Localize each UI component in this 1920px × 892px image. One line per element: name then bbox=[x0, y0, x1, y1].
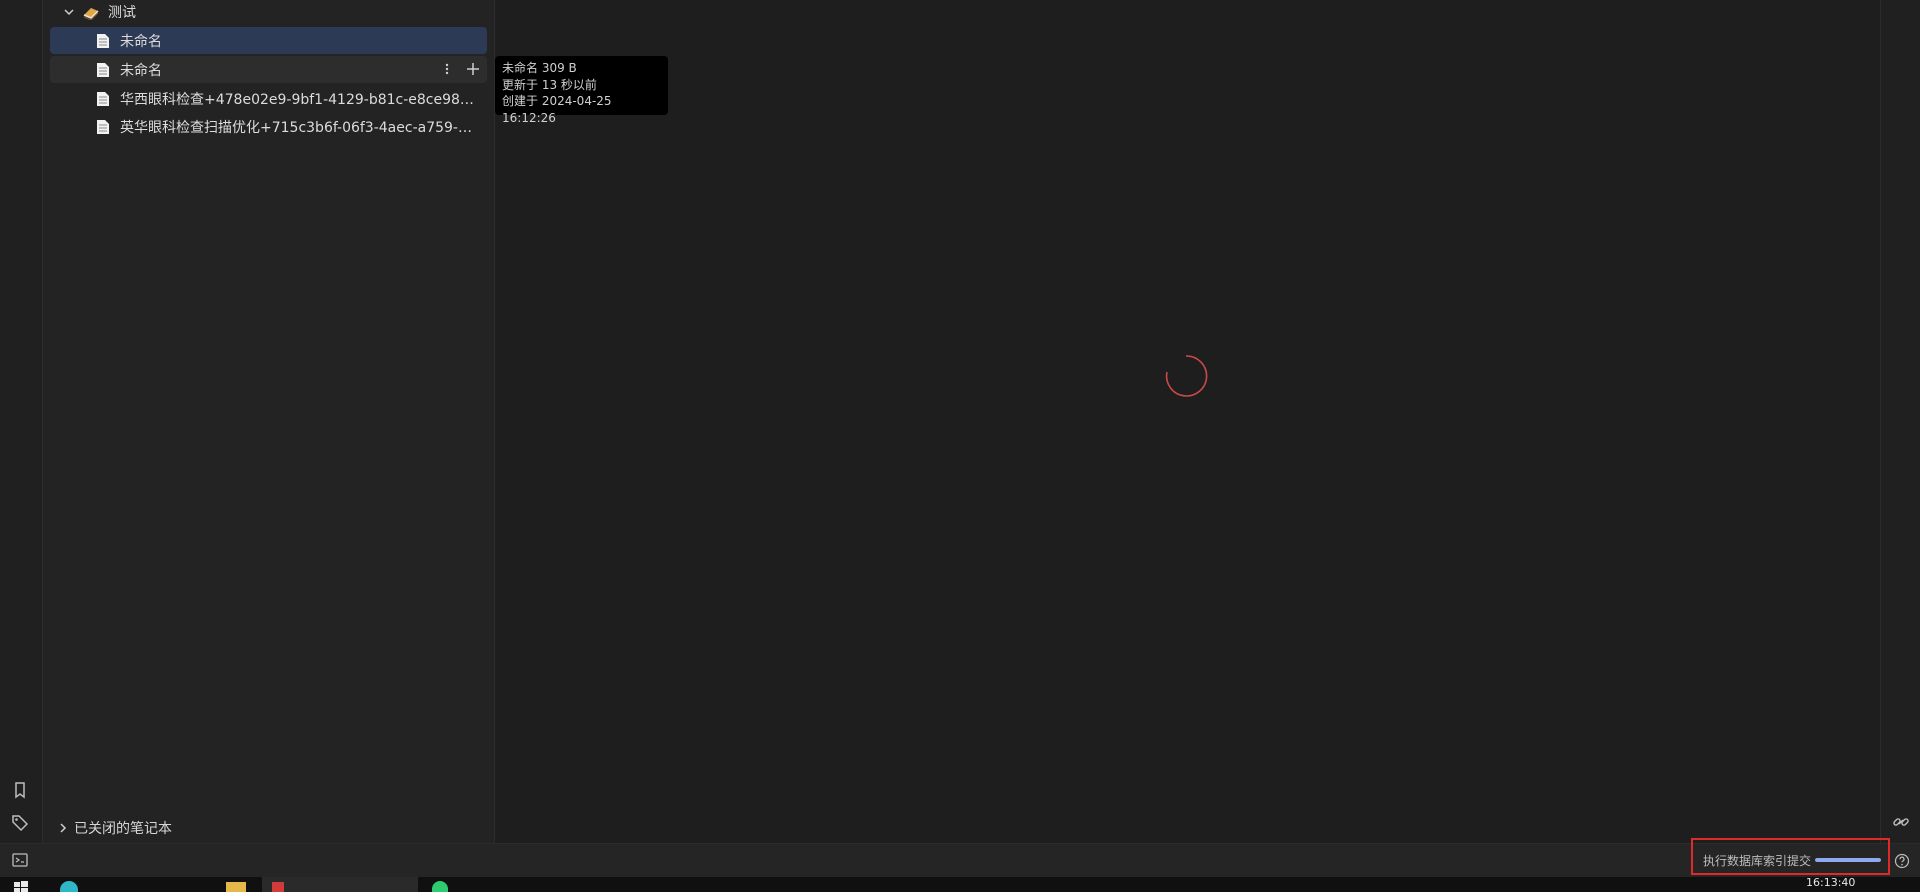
document-icon bbox=[97, 119, 109, 134]
browser-app-icon[interactable] bbox=[60, 881, 78, 892]
tooltip-line-created: 创建于 2024-04-25 16:12:26 bbox=[502, 94, 612, 125]
document-icon bbox=[97, 62, 109, 77]
notebook-row[interactable]: 测试 bbox=[50, 0, 487, 24]
closed-notebooks[interactable]: 已关闭的笔记本 bbox=[56, 818, 172, 838]
status-progress-fill bbox=[1815, 858, 1881, 862]
doc-row-selected[interactable]: 未命名 bbox=[50, 27, 487, 54]
file-tree-panel: 测试 未命名 未命名 华西眼科检查+478e02e9-9bf1-4129-b81… bbox=[43, 0, 495, 843]
doc-row[interactable]: 英华眼科检查扫描优化+715c3b6f-06f3-4aec-a759-28... bbox=[50, 113, 487, 140]
doc-title: 未命名 bbox=[120, 62, 162, 79]
status-progress-bar bbox=[1815, 858, 1881, 862]
doc-tooltip: 未命名 309 B 更新于 13 秒以前 创建于 2024-04-25 16:1… bbox=[495, 56, 668, 125]
status-message: 执行数据库索引提交 bbox=[1703, 854, 1812, 868]
chat-app-icon[interactable] bbox=[432, 881, 448, 892]
siyuan-app-icon[interactable] bbox=[272, 882, 284, 892]
bookmark-icon[interactable] bbox=[10, 780, 30, 800]
layout-icon[interactable] bbox=[12, 853, 28, 867]
notebook-name: 测试 bbox=[108, 5, 136, 21]
loading-spinner-icon bbox=[1165, 355, 1208, 397]
doc-row-hover[interactable]: 未命名 bbox=[50, 56, 487, 83]
doc-title: 英华眼科检查扫描优化+715c3b6f-06f3-4aec-a759-28... bbox=[120, 119, 475, 136]
more-icon[interactable] bbox=[437, 59, 457, 79]
closed-notebooks-label: 已关闭的笔记本 bbox=[74, 821, 172, 837]
taskbar-clock: 16:13:40 bbox=[1806, 876, 1856, 889]
os-taskbar: 16:13:40 bbox=[0, 877, 1920, 892]
chevron-right-icon[interactable] bbox=[56, 821, 70, 835]
tooltip-line-size: 未命名 309 B bbox=[502, 61, 577, 75]
document-icon bbox=[97, 91, 109, 106]
doc-row[interactable]: 华西眼科检查+478e02e9-9bf1-4129-b81c-e8ce985b.… bbox=[50, 85, 487, 112]
right-dock bbox=[1880, 0, 1920, 843]
chevron-down-icon[interactable] bbox=[62, 5, 76, 19]
document-icon bbox=[97, 33, 109, 48]
add-icon[interactable] bbox=[463, 59, 483, 79]
status-bar bbox=[0, 843, 1920, 878]
tooltip-line-updated: 更新于 13 秒以前 bbox=[502, 77, 597, 92]
left-dock bbox=[0, 0, 43, 843]
tag-icon[interactable] bbox=[10, 813, 30, 833]
active-app-tab[interactable] bbox=[262, 877, 418, 892]
folder-app-icon[interactable] bbox=[226, 882, 246, 892]
doc-title: 华西眼科检查+478e02e9-9bf1-4129-b81c-e8ce985b.… bbox=[120, 91, 475, 108]
notebook-icon bbox=[83, 8, 99, 20]
doc-title: 未命名 bbox=[120, 33, 162, 50]
link-icon[interactable] bbox=[1892, 813, 1910, 831]
help-icon[interactable] bbox=[1894, 853, 1910, 869]
editor-area bbox=[495, 0, 1879, 843]
windows-start-icon[interactable] bbox=[14, 881, 28, 892]
